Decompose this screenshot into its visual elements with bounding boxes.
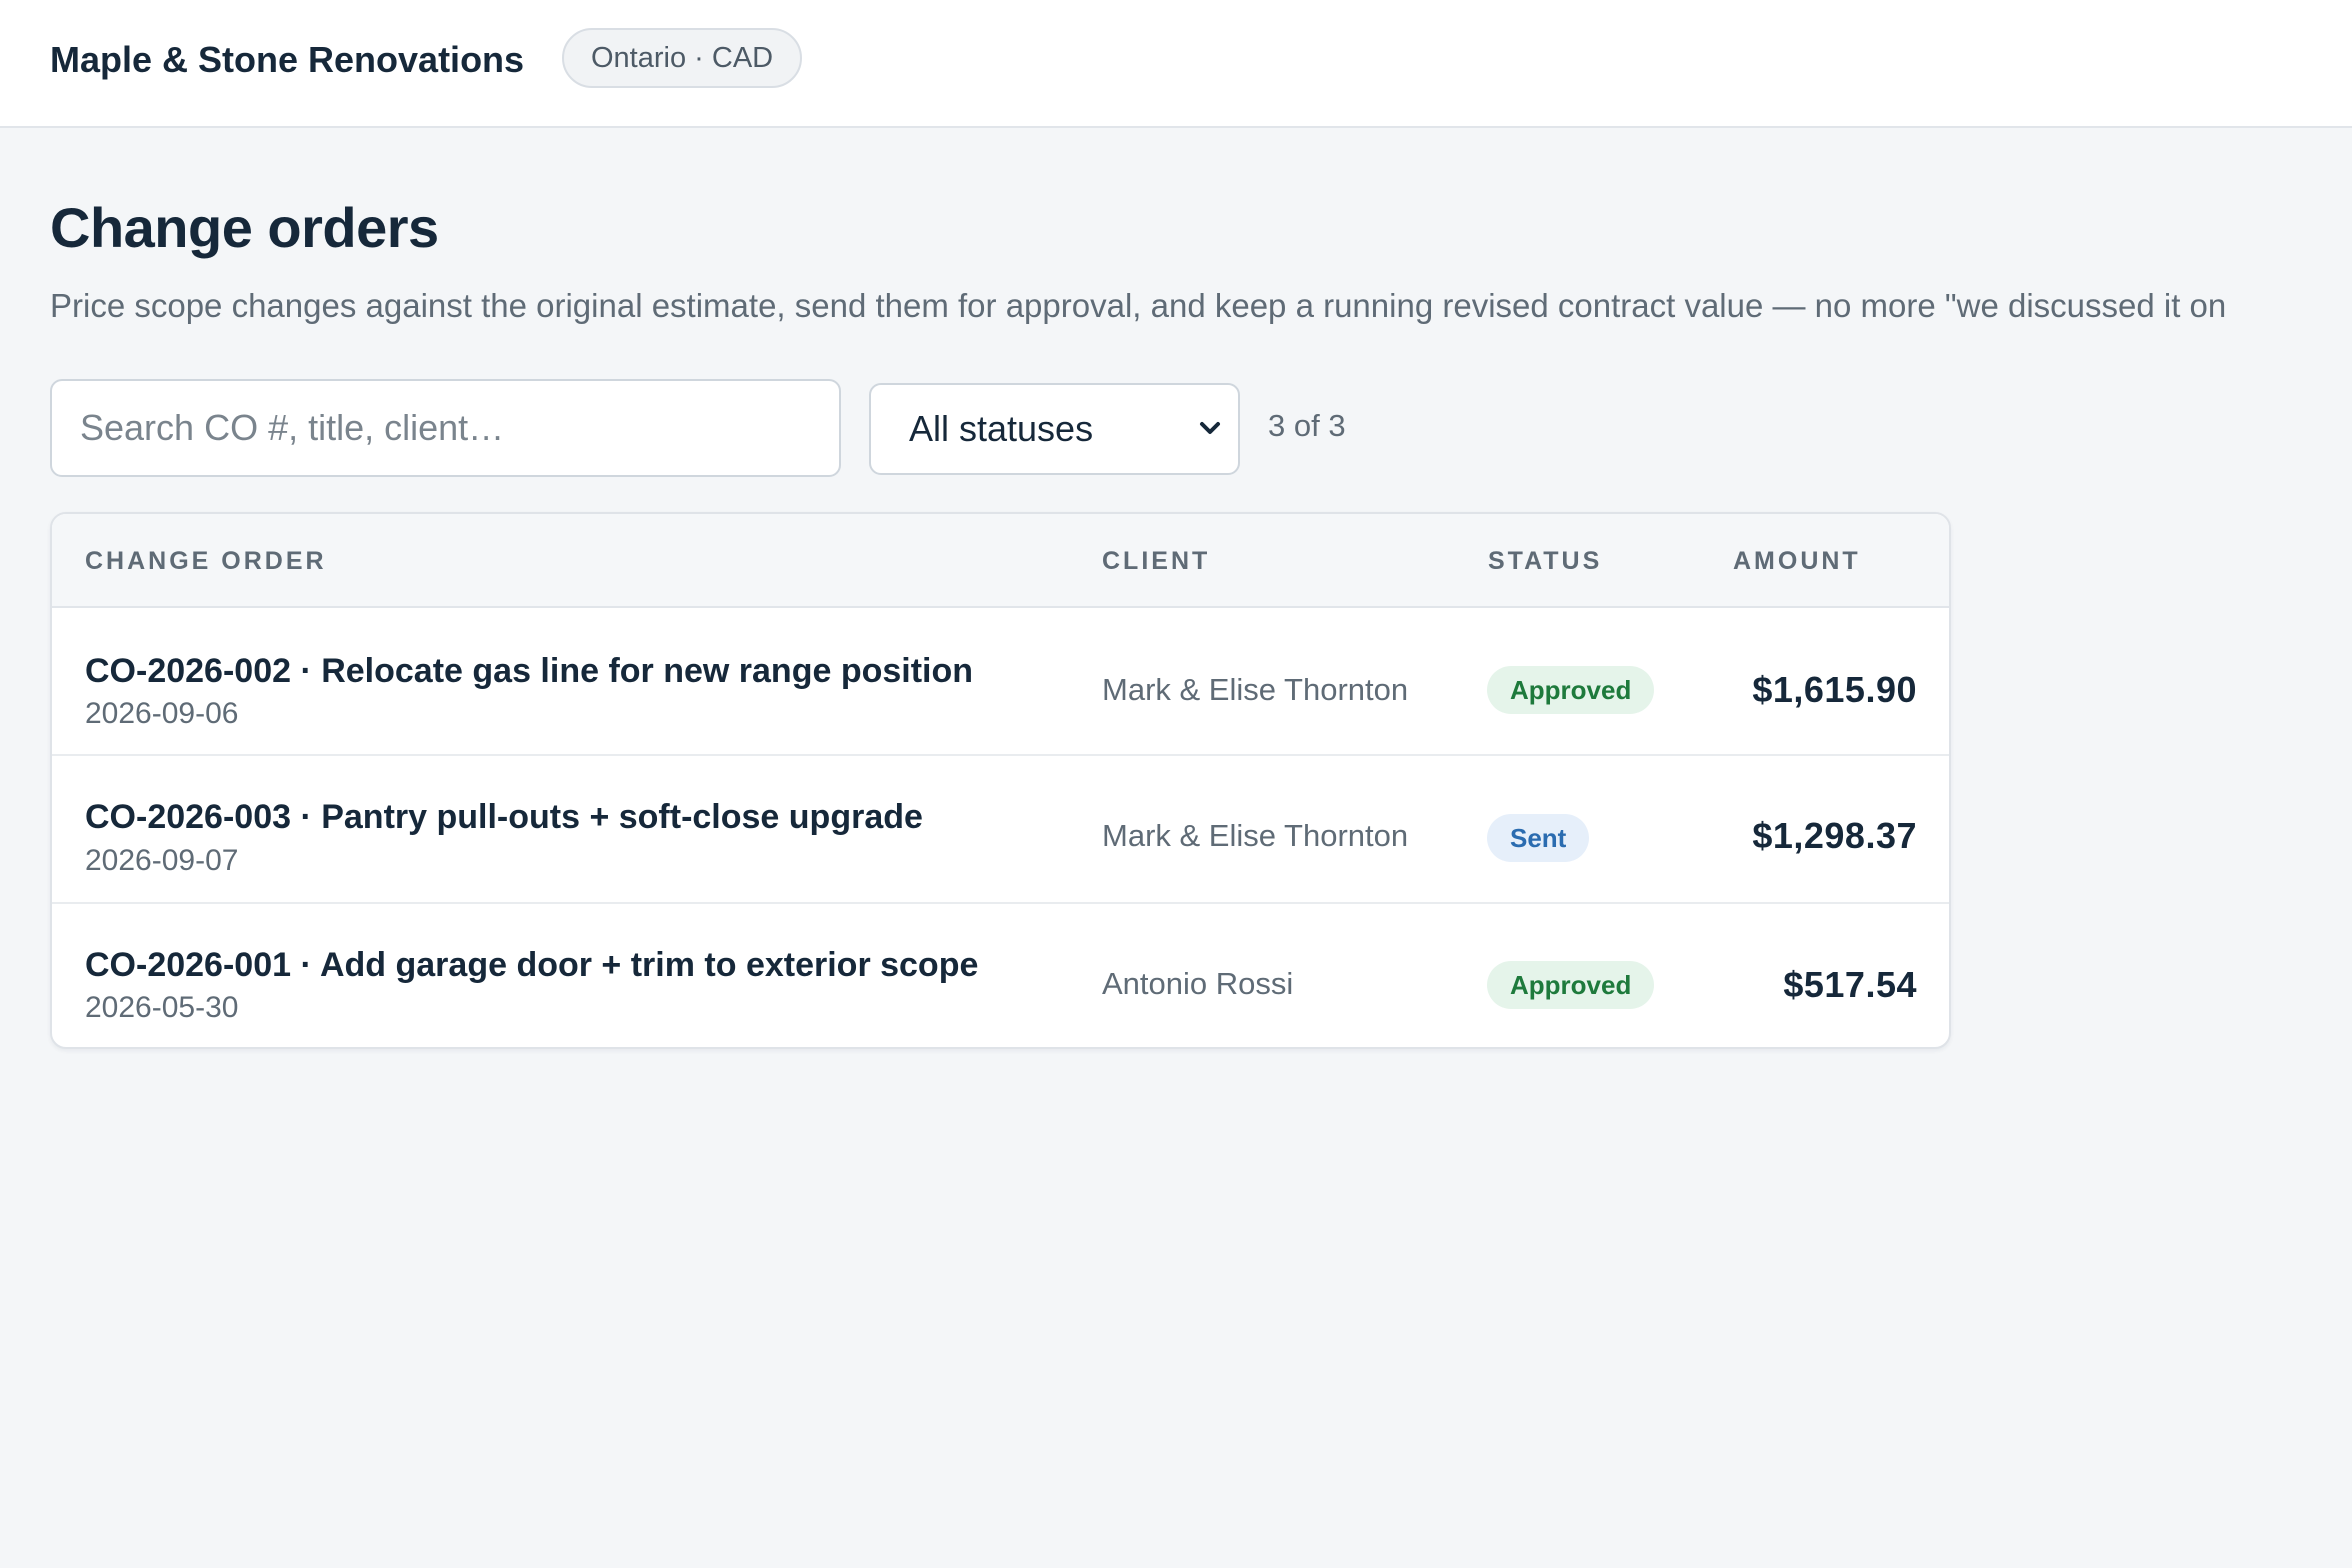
page-description: Price scope changes against the original…: [50, 287, 2227, 324]
change-order-amount: $1,615.90: [1752, 669, 1917, 710]
status-filter-select[interactable]: All statuses: [869, 383, 1240, 475]
column-header-amount: AMOUNT: [1733, 547, 1861, 575]
brand-name: Maple & Stone Renovations: [50, 39, 525, 80]
client-name: Mark & Elise Thornton: [1102, 818, 1409, 853]
status-badge: Approved: [1487, 666, 1655, 714]
column-header-change-order: CHANGE ORDER: [85, 547, 327, 575]
table-header: CHANGE ORDER CLIENT STATUS AMOUNT: [52, 514, 1949, 608]
table-row[interactable]: CO-2026-003 · Pantry pull-outs + soft-cl…: [52, 756, 1949, 904]
result-count: 3 of 3: [1268, 408, 1346, 443]
column-header-client: CLIENT: [1102, 547, 1211, 575]
table-row[interactable]: CO-2026-002 · Relocate gas line for new …: [52, 608, 1949, 756]
change-orders-table: CHANGE ORDER CLIENT STATUS AMOUNT CO-202…: [50, 512, 1951, 1049]
region-badge: Ontario · CAD: [562, 28, 803, 88]
column-header-status: STATUS: [1488, 547, 1603, 575]
page-title: Change orders: [50, 196, 439, 259]
search-input[interactable]: [50, 379, 841, 477]
change-order-date: 2026-09-07: [85, 844, 239, 877]
change-order-title: CO-2026-002 · Relocate gas line for new …: [85, 652, 974, 690]
change-order-amount: $517.54: [1783, 964, 1917, 1005]
client-name: Mark & Elise Thornton: [1102, 672, 1409, 707]
change-order-title: CO-2026-003 · Pantry pull-outs + soft-cl…: [85, 798, 923, 836]
change-order-date: 2026-05-30: [85, 991, 239, 1024]
top-bar: Maple & Stone Renovations Ontario · CAD: [0, 0, 2352, 128]
status-badge: Approved: [1487, 961, 1655, 1009]
chevron-down-icon: [1200, 422, 1220, 434]
status-filter-value: All statuses: [909, 408, 1094, 449]
table-row[interactable]: CO-2026-001 · Add garage door + trim to …: [52, 904, 1949, 1047]
client-name: Antonio Rossi: [1102, 966, 1294, 1001]
change-order-amount: $1,298.37: [1752, 815, 1917, 856]
change-order-date: 2026-09-06: [85, 697, 239, 730]
status-badge: Sent: [1487, 814, 1590, 862]
change-order-title: CO-2026-001 · Add garage door + trim to …: [85, 946, 979, 984]
